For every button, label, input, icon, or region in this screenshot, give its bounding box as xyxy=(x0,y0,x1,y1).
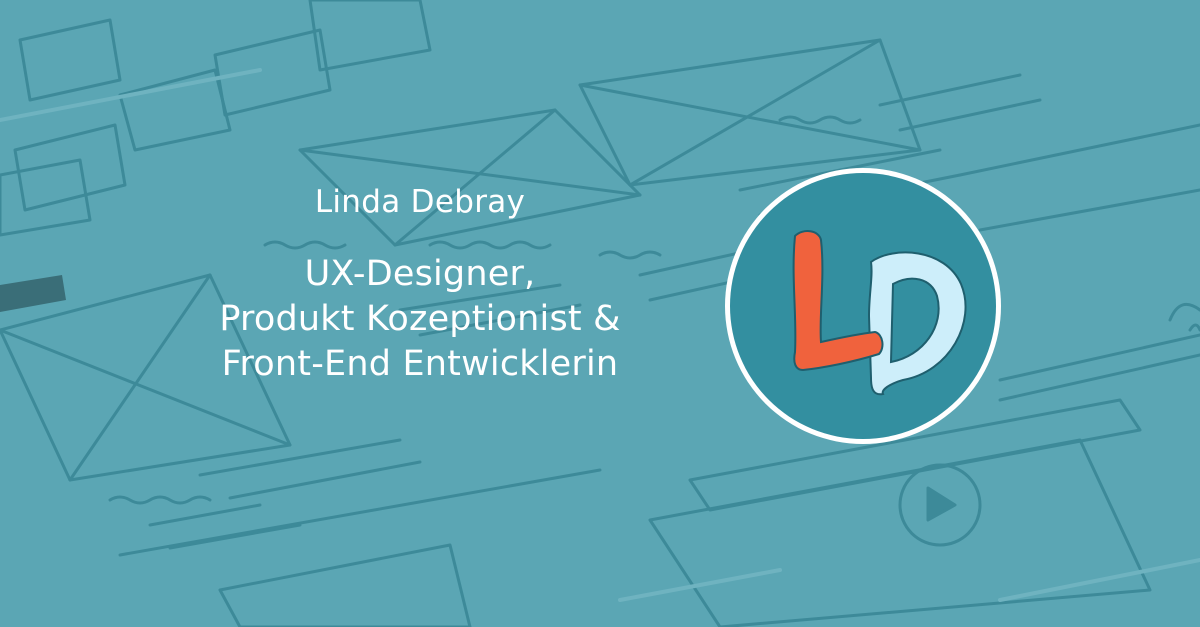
ld-logo xyxy=(723,166,1003,446)
role-line: UX-Designer, xyxy=(304,254,536,294)
role-list: UX-Designer, Produkt Kozeptionist & Fron… xyxy=(160,252,680,387)
banner: Linda Debray UX-Designer, Produkt Kozept… xyxy=(0,0,1200,627)
role-line: Front-End Entwicklerin xyxy=(221,344,619,384)
person-name: Linda Debray xyxy=(314,184,526,220)
intro-text-block: Linda Debray UX-Designer, Produkt Kozept… xyxy=(160,182,680,387)
role-line: Produkt Kozeptionist & xyxy=(219,299,621,339)
ld-logo-mark xyxy=(725,168,1001,444)
